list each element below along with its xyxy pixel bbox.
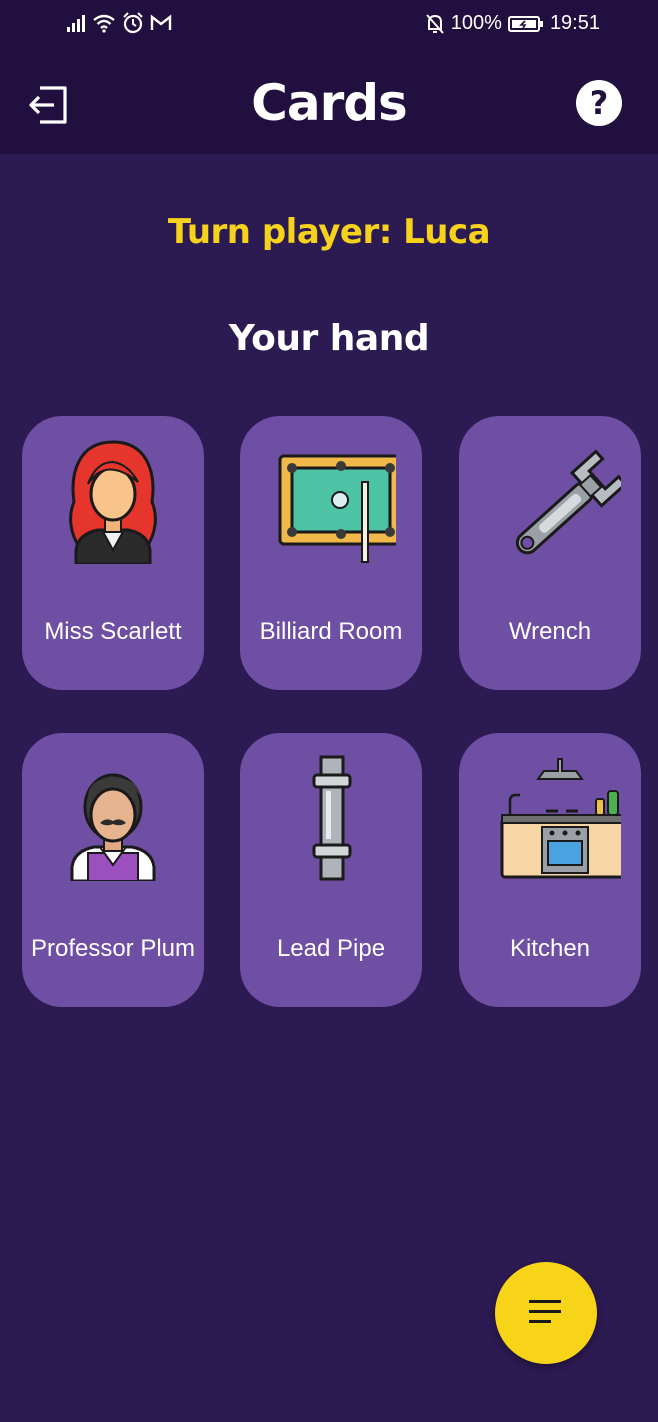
card-lead-pipe[interactable]: Lead Pipe <box>240 733 422 1007</box>
card-billiard-room[interactable]: Billiard Room <box>240 416 422 690</box>
page-title: Cards <box>251 74 408 132</box>
menu-lines-icon <box>529 1300 561 1323</box>
card-kitchen[interactable]: Kitchen <box>459 733 641 1007</box>
card-label: Billiard Room <box>259 618 403 645</box>
battery-icon <box>507 15 543 32</box>
card-wrench[interactable]: Wrench <box>459 416 641 690</box>
status-bar: 100% 19:51 <box>0 0 658 52</box>
billiard-table-icon <box>278 454 396 563</box>
mute-bell-icon <box>426 13 444 34</box>
help-button[interactable]: ? <box>575 79 623 127</box>
card-label: Miss Scarlett <box>44 618 182 645</box>
miss-scarlett-icon <box>69 440 157 564</box>
gmail-icon <box>150 14 172 30</box>
card-label: Kitchen <box>509 935 591 962</box>
card-label: Wrench <box>508 618 592 645</box>
wrench-icon <box>515 449 621 555</box>
clock: 19:51 <box>549 12 600 34</box>
card-miss-scarlett[interactable]: Miss Scarlett <box>22 416 204 690</box>
app-bar: Cards ? <box>0 52 658 154</box>
card-professor-plum[interactable]: Professor Plum <box>22 733 204 1007</box>
kitchen-icon <box>500 758 621 879</box>
signal-icon <box>67 15 85 32</box>
turn-player-label: Turn player: Luca <box>167 212 491 252</box>
card-label: Lead Pipe <box>276 935 386 962</box>
battery-percent: 100% <box>450 12 502 34</box>
card-label: Professor Plum <box>30 935 196 962</box>
menu-fab[interactable] <box>495 1262 597 1364</box>
help-icon: ? <box>576 80 622 126</box>
svg-text:?: ? <box>590 84 609 122</box>
hand-title: Your hand <box>228 318 430 359</box>
wifi-icon <box>93 14 115 33</box>
professor-plum-icon <box>70 773 156 881</box>
alarm-icon <box>123 12 143 34</box>
lead-pipe-icon <box>312 755 352 881</box>
